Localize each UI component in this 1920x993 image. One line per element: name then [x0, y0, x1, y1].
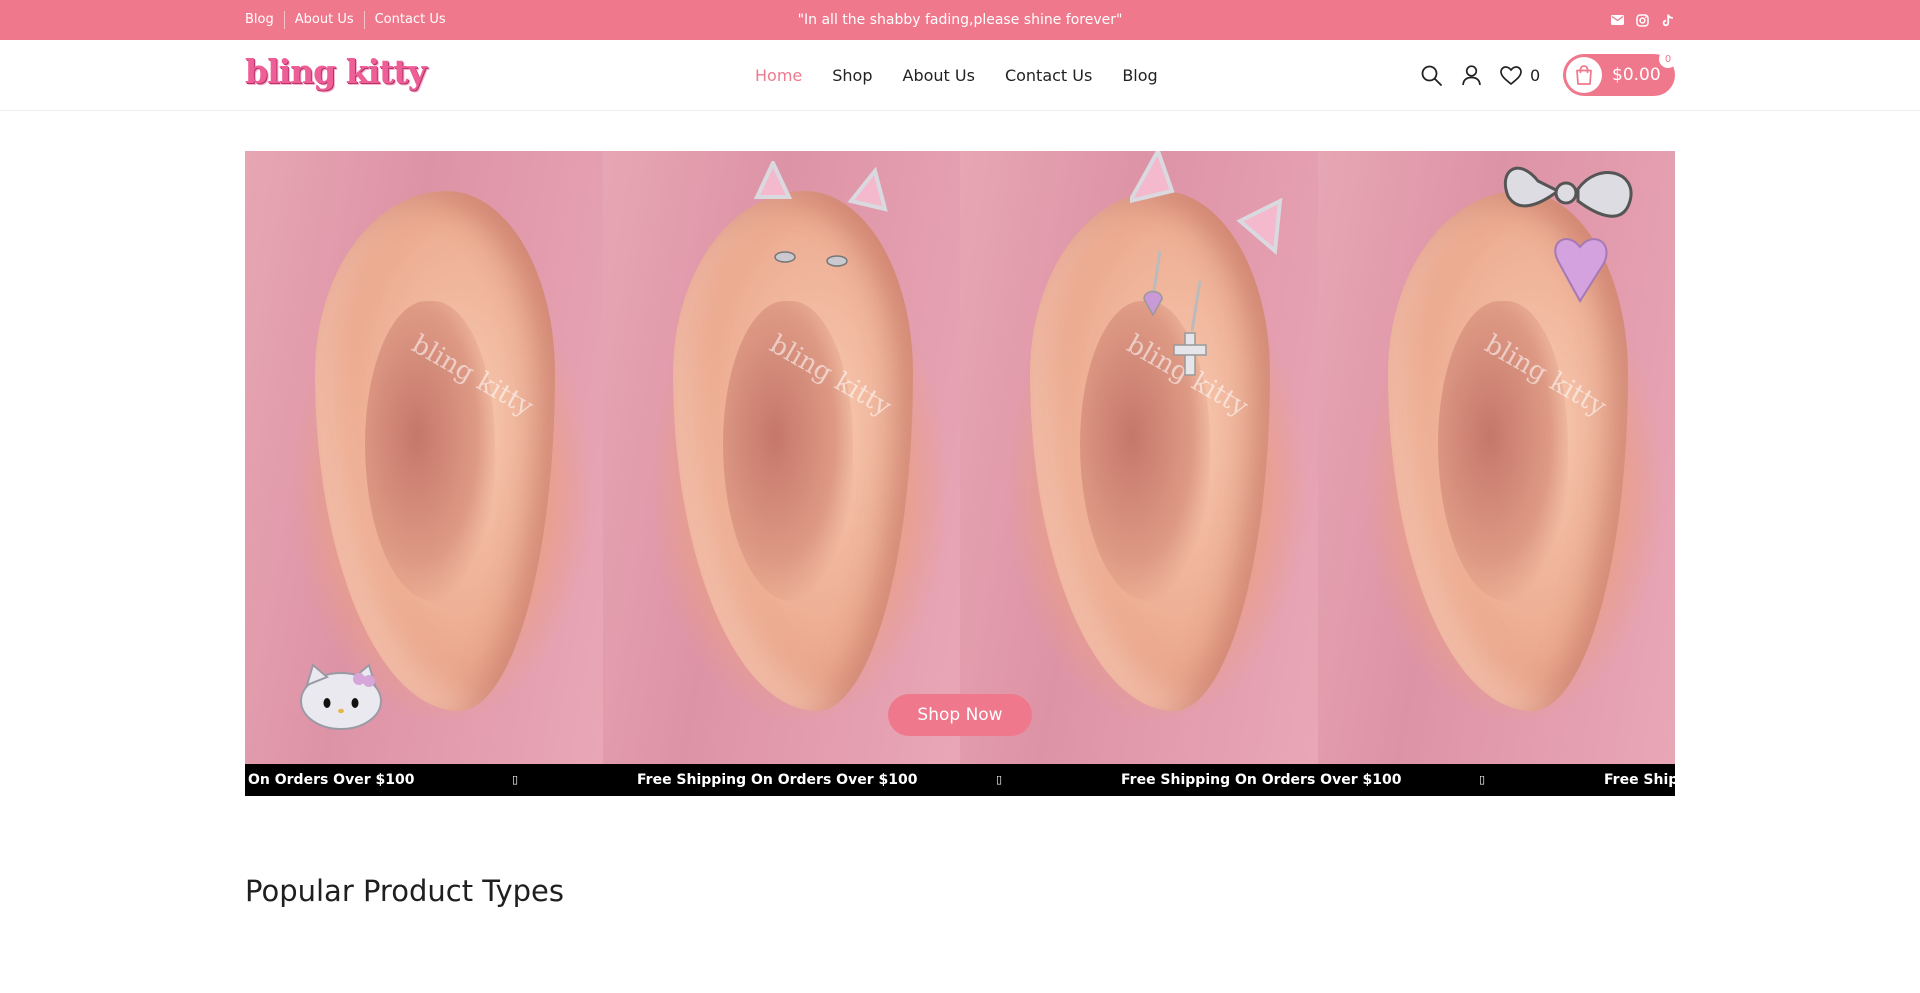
marquee-item: Free Shipp [1604, 772, 1675, 788]
section-title-popular-product-types: Popular Product Types [245, 874, 564, 908]
cart-button[interactable]: $0.00 0 [1563, 50, 1677, 96]
hero-image-panel: bling kitty [1317, 151, 1675, 764]
cart-total: $0.00 [1612, 65, 1661, 85]
account-icon[interactable] [1460, 65, 1482, 87]
site-header: bling kitty Home Shop About Us Contact U… [0, 40, 1920, 111]
kitty-earring-icon [300, 663, 382, 730]
cat-ear-earrings-icon [753, 161, 888, 267]
hero-image-strip: bling kitty bling kitty bling kitty blin… [245, 151, 1675, 764]
marquee-item: On Orders Over $100 [248, 772, 415, 788]
main-nav: Home Shop About Us Contact Us Blog [755, 40, 1158, 111]
marquee-item: Free Shipping On Orders Over $100 [1121, 772, 1402, 788]
site-logo[interactable]: bling kitty [245, 52, 427, 91]
shopping-bag-icon [1566, 57, 1602, 93]
heart-icon [1500, 66, 1522, 85]
nav-blog[interactable]: Blog [1122, 66, 1157, 85]
announcement-bar: Blog About Us Contact Us "In all the sha… [0, 0, 1920, 40]
cart-count-badge: 0 [1659, 50, 1677, 68]
hero-banner: bling kitty bling kitty bling kitty blin… [245, 151, 1675, 796]
nav-home[interactable]: Home [755, 66, 802, 85]
tiktok-icon[interactable] [1660, 13, 1675, 28]
marquee-separator-icon: ▯ [1479, 773, 1486, 786]
header-actions: 0 [1420, 40, 1540, 111]
instagram-icon[interactable] [1635, 13, 1650, 28]
search-icon[interactable] [1420, 65, 1442, 87]
marquee-separator-icon: ▯ [512, 773, 519, 786]
marquee-item: Free Shipping On Orders Over $100 [637, 772, 918, 788]
wishlist-count: 0 [1530, 66, 1541, 85]
bow-heart-earrings-icon [1503, 166, 1633, 303]
nav-about-us[interactable]: About Us [903, 66, 975, 85]
hero-image-panel: bling kitty [245, 151, 603, 764]
wishlist-button[interactable]: 0 [1500, 66, 1540, 85]
social-links [1610, 0, 1675, 40]
dangle-earrings-icon [1130, 151, 1283, 376]
mail-icon[interactable] [1610, 13, 1625, 28]
hero-image-panel: bling kitty [960, 151, 1318, 764]
marquee-separator-icon: ▯ [996, 773, 1003, 786]
shop-now-button[interactable]: Shop Now [888, 694, 1032, 736]
nav-shop[interactable]: Shop [832, 66, 872, 85]
nav-contact-us[interactable]: Contact Us [1005, 66, 1092, 85]
promo-marquee: On Orders Over $100 ▯ Free Shipping On O… [245, 764, 1675, 796]
hero-image-panel: bling kitty [602, 151, 960, 764]
